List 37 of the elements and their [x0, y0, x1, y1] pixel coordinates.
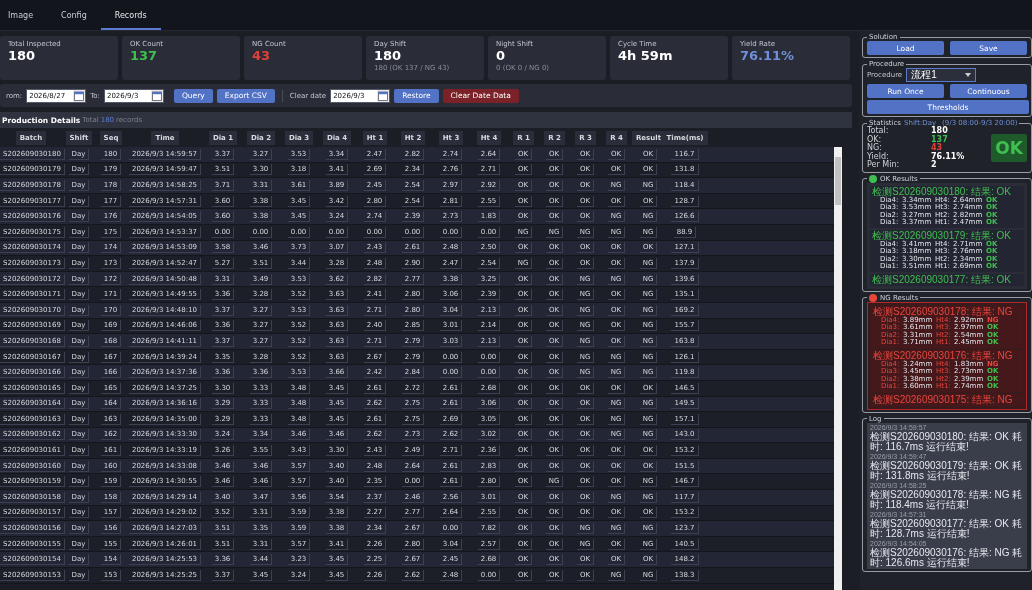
scrollbar[interactable]	[834, 147, 842, 590]
stat-label: OK:	[867, 135, 883, 144]
tab[interactable]: Records	[100, 11, 161, 30]
result-header: 检测S202609030178: 结果: NG	[873, 305, 1014, 317]
log-message: 检测S202609030180: 结果: OK 耗时: 116.7ms 运行结束!	[870, 431, 1023, 452]
calendar-icon[interactable]	[377, 89, 390, 102]
result-header: 检测S202609030180: 结果: OK	[872, 185, 1012, 197]
tab[interactable]: Config	[47, 11, 101, 30]
log-message: 检测S202609030176: 结果: NG 耗时: 126.6ms 运行结束!	[870, 547, 1024, 568]
log-message: 检测S202609030179: 结果: OK 耗时: 131.8ms 运行结束!	[870, 460, 1023, 481]
result-header: 检测S202609030175: 结果: NG	[873, 393, 1014, 405]
stat-value: 76.11%	[931, 152, 966, 161]
caret-icon	[965, 73, 972, 77]
card-value: 0	[496, 48, 507, 64]
card-value: 180	[8, 48, 37, 64]
stat-label: NG:	[867, 144, 883, 152]
stat-value: 2	[931, 161, 938, 170]
procedure-dropdown[interactable]: 流程1	[906, 68, 977, 82]
result-header: 检测S202609030179: 结果: OK	[872, 229, 1012, 241]
stat-value: 180	[931, 127, 948, 135]
log-message: 检测S202609030177: 结果: OK 耗时: 128.7ms 运行结束!	[870, 518, 1023, 539]
calendar-icon[interactable]	[73, 89, 86, 102]
result-header: 检测S202609030177: 结果: OK	[872, 273, 1012, 285]
stat-label: Per Min:	[867, 161, 901, 170]
card-value: 4h 59m	[618, 48, 674, 64]
card-value: 76.11%	[740, 48, 796, 64]
card-value: 180	[374, 48, 403, 64]
result-badge: OK	[991, 134, 1027, 163]
log-message: 检测S202609030178: 结果: NG 耗时: 118.4ms 运行结束!	[870, 489, 1024, 510]
stat-value: 43	[931, 144, 944, 152]
stat-value: 137	[931, 135, 949, 144]
result-header: 检测S202609030176: 结果: NG	[873, 349, 1014, 361]
tab[interactable]: Image	[0, 11, 48, 30]
card-value: 137	[130, 48, 159, 64]
card-value: 43	[252, 48, 272, 64]
stat-label: Total:	[867, 127, 889, 135]
stat-label: Yield:	[867, 152, 889, 161]
